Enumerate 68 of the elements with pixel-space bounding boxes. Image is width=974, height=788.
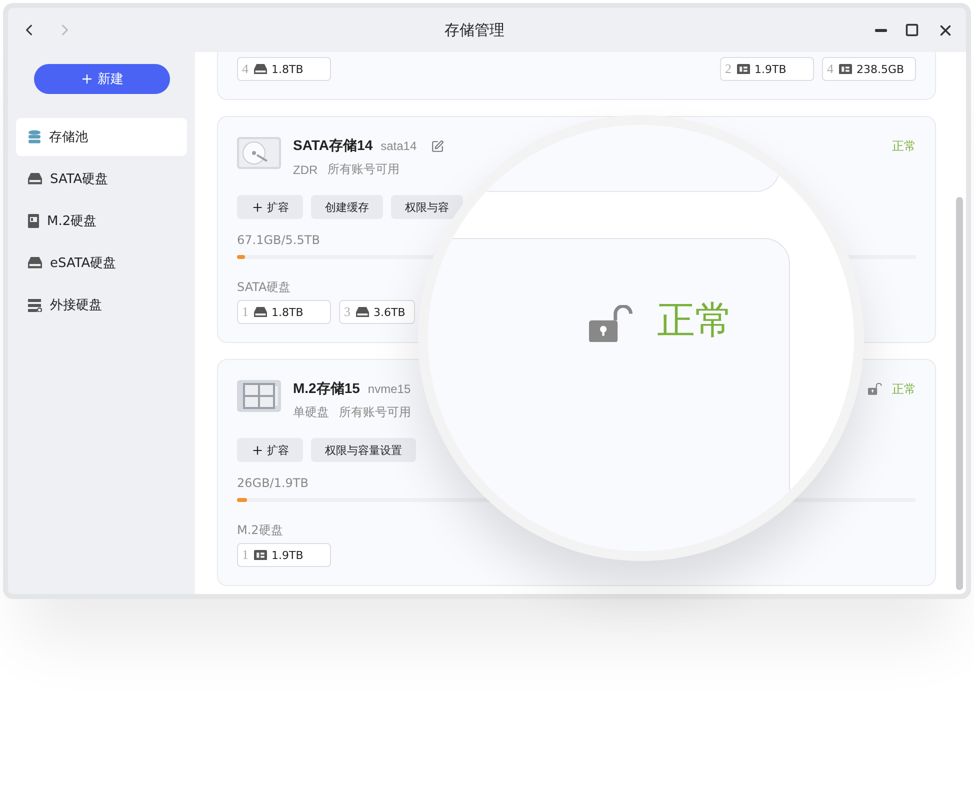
disk-size: 1.9TB — [272, 548, 304, 562]
action-button[interactable]: 扩容 — [237, 438, 303, 462]
ssd-icon — [736, 64, 750, 74]
disk-size: 3.6TB — [374, 306, 406, 318]
drive-icon — [28, 173, 42, 185]
status-text: 正常 — [892, 138, 916, 154]
drive-icon — [28, 257, 42, 269]
pool-name: M.2存储15 — [293, 380, 360, 398]
chip-icon — [28, 214, 39, 228]
plus-icon — [251, 444, 264, 456]
slot-number: 1 — [242, 304, 248, 320]
server-icon — [28, 298, 42, 312]
access-text: 所有账号可用 — [339, 404, 411, 421]
action-button[interactable]: 创建缓存 — [311, 195, 383, 219]
drive-icon — [356, 306, 368, 318]
status-text: 正常 — [657, 301, 733, 339]
scrollbar[interactable] — [956, 197, 963, 590]
minimize-icon — [875, 28, 887, 32]
disk-size: 1.9TB — [754, 62, 786, 76]
unlocked-padlock-icon — [589, 305, 633, 342]
database-icon — [28, 130, 41, 144]
edit-icon[interactable] — [430, 140, 444, 152]
action-button[interactable]: 扩容 — [237, 195, 303, 219]
maximize-icon — [905, 23, 919, 37]
disk-chip[interactable]: 1 1.9TB — [237, 543, 331, 567]
disk-size: 238.5GB — [856, 62, 904, 76]
drive-icon — [254, 64, 266, 74]
disk-chip[interactable]: 2 1.9TB — [720, 57, 814, 81]
plus-icon — [251, 200, 264, 214]
ssd-drawing — [237, 380, 281, 412]
disk-size: 1.8TB — [272, 306, 304, 318]
usage-text: 26GB/1.9TB — [237, 476, 310, 490]
sidebar-item[interactable]: eSATA硬盘 — [16, 244, 187, 282]
ssd-icon — [254, 550, 266, 560]
pool-id: nvme15 — [368, 382, 411, 396]
unlocked-padlock-icon — [868, 383, 882, 395]
slot-number: 1 — [242, 547, 248, 563]
ssd-icon — [838, 64, 852, 74]
disk-group-label: M.2硬盘 — [237, 522, 284, 539]
drive-icon — [254, 306, 266, 318]
access-text: 所有账号可用 — [328, 161, 400, 178]
sidebar-item[interactable]: M.2硬盘 — [16, 202, 187, 240]
pool-id: sata14 — [380, 139, 417, 153]
pool-mode: ZDR — [293, 162, 318, 176]
sidebar-item[interactable]: SATA硬盘 — [16, 160, 187, 198]
action-button[interactable]: 权限与容量设置 — [311, 438, 416, 462]
disk-chip[interactable]: 1 1.8TB — [237, 300, 331, 324]
disk-group-label: SATA硬盘 — [237, 279, 292, 296]
window-title: 存储管理 — [444, 20, 506, 40]
disk-chip[interactable]: 4 1.8TB — [237, 57, 331, 81]
pool-mode: 单硬盘 — [293, 404, 329, 421]
disk-chip[interactable]: 4 238.5GB — [822, 57, 916, 81]
disk-chip[interactable]: 3 3.6TB — [339, 300, 415, 324]
new-button[interactable]: 新建 — [34, 64, 170, 94]
action-button[interactable]: 权限与容 — [391, 195, 463, 219]
usage-text: 67.1GB/5.5TB — [237, 233, 321, 247]
hard-disk-drawing — [237, 137, 281, 169]
slot-number: 4 — [242, 61, 248, 77]
slot-number: 4 — [827, 61, 834, 77]
slot-number: 3 — [344, 304, 350, 320]
disk-size: 1.8TB — [272, 62, 304, 76]
plus-icon — [80, 72, 94, 86]
sidebar-item[interactable]: 存储池 — [16, 118, 187, 156]
pool-name: SATA存储14 — [293, 137, 373, 155]
maximize-button[interactable] — [903, 21, 921, 39]
status-text: 正常 — [892, 380, 916, 398]
sidebar-item[interactable]: 外接硬盘 — [16, 286, 187, 324]
slot-number: 2 — [725, 61, 732, 77]
